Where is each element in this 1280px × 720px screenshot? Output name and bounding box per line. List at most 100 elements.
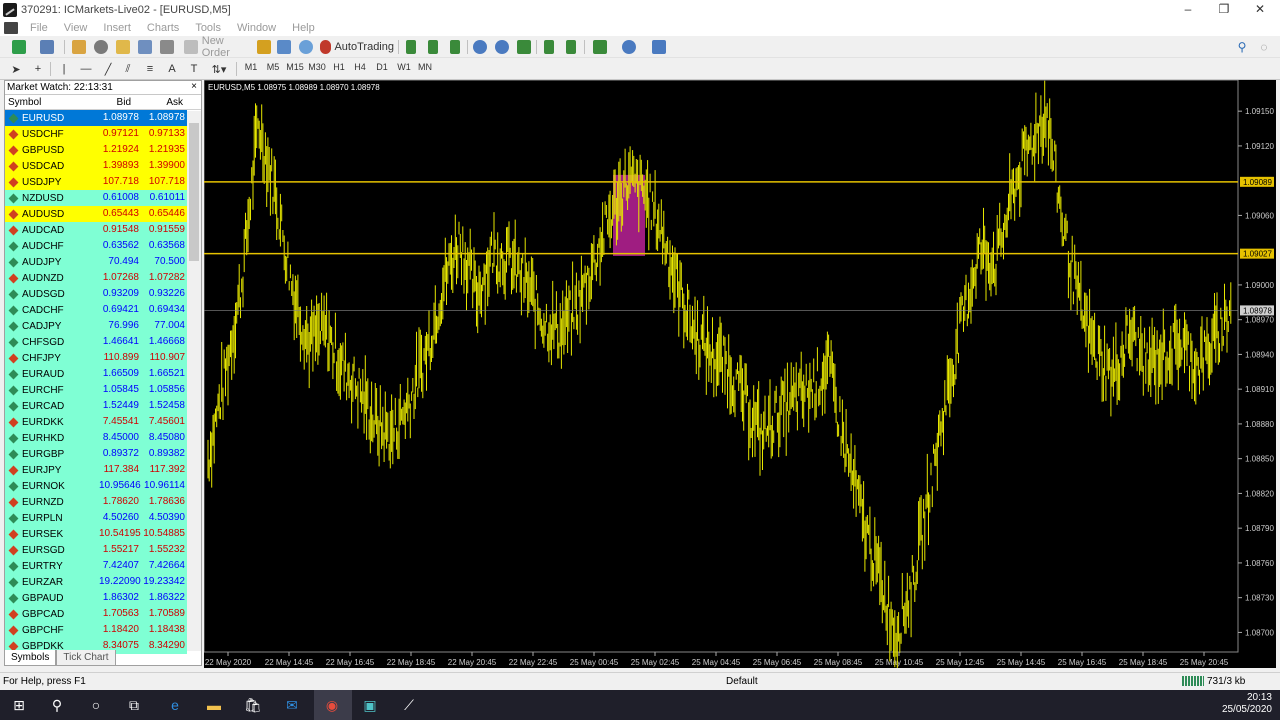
- table-row[interactable]: AUDNZD 1.07268 1.07282: [5, 270, 187, 286]
- minimize-button[interactable]: –: [1170, 0, 1206, 19]
- table-row[interactable]: AUDUSD 0.65443 0.65446: [5, 206, 187, 222]
- table-row[interactable]: CADJPY 76.996 77.004: [5, 318, 187, 334]
- periods-button[interactable]: [618, 39, 640, 55]
- signals-button[interactable]: [276, 39, 292, 55]
- tf-mn[interactable]: MN: [416, 62, 434, 76]
- table-row[interactable]: EURSGD 1.55217 1.55232: [5, 542, 187, 558]
- store-button[interactable]: 🛍: [242, 694, 264, 716]
- status-profile[interactable]: Default: [726, 676, 758, 687]
- market-watch-scrollbar[interactable]: [187, 111, 201, 651]
- crosshair-button[interactable]: +: [30, 61, 46, 77]
- table-row[interactable]: EURTRY 7.42407 7.42664: [5, 558, 187, 574]
- child-window-icon[interactable]: [4, 21, 18, 34]
- fibonacci-button[interactable]: ≡: [142, 61, 158, 77]
- table-row[interactable]: GBPCAD 1.70563 1.70589: [5, 606, 187, 622]
- market-watch-close-button[interactable]: ×: [191, 81, 197, 92]
- table-row[interactable]: EURSEK 10.54195 10.54885: [5, 526, 187, 542]
- indicators-button[interactable]: [589, 39, 611, 55]
- file-explorer-button[interactable]: ▬: [203, 694, 225, 716]
- table-row[interactable]: EURUSD 1.08978 1.08978: [5, 110, 187, 126]
- tf-m30[interactable]: M30: [307, 62, 327, 76]
- col-bid[interactable]: Bid: [95, 97, 131, 108]
- table-row[interactable]: CADCHF 0.69421 0.69434: [5, 302, 187, 318]
- table-row[interactable]: EURCAD 1.52449 1.52458: [5, 398, 187, 414]
- market-button[interactable]: [298, 39, 314, 55]
- cortana-button[interactable]: ○: [85, 694, 107, 716]
- auto-scroll-button[interactable]: [541, 39, 557, 55]
- table-row[interactable]: EURGBP 0.89372 0.89382: [5, 446, 187, 462]
- navigator-button[interactable]: [114, 39, 132, 55]
- table-row[interactable]: CHFSGD 1.46641 1.46668: [5, 334, 187, 350]
- new-order-button[interactable]: New Order: [184, 35, 254, 59]
- menu-help[interactable]: Help: [284, 22, 323, 34]
- tab-tick-chart[interactable]: Tick Chart: [56, 650, 116, 666]
- table-row[interactable]: USDJPY 107.718 107.718: [5, 174, 187, 190]
- price-chart[interactable]: 1.091501.091201.090601.090001.089701.089…: [204, 80, 1276, 668]
- table-row[interactable]: AUDSGD 0.93209 0.93226: [5, 286, 187, 302]
- table-row[interactable]: USDCHF 0.97121 0.97133: [5, 126, 187, 142]
- restore-button[interactable]: ❐: [1206, 0, 1242, 19]
- data-window-button[interactable]: [92, 39, 110, 55]
- table-row[interactable]: EURJPY 117.384 117.392: [5, 462, 187, 478]
- table-row[interactable]: EURNZD 1.78620 1.78636: [5, 494, 187, 510]
- templates-button[interactable]: [648, 39, 670, 55]
- table-row[interactable]: EURHKD 8.45000 8.45080: [5, 430, 187, 446]
- table-row[interactable]: EURCHF 1.05845 1.05856: [5, 382, 187, 398]
- search-button[interactable]: ⚲: [1234, 39, 1250, 55]
- col-symbol[interactable]: Symbol: [5, 97, 95, 108]
- menu-view[interactable]: View: [56, 22, 96, 34]
- table-row[interactable]: USDCAD 1.39893 1.39900: [5, 158, 187, 174]
- table-row[interactable]: EURDKK 7.45541 7.45601: [5, 414, 187, 430]
- table-row[interactable]: AUDJPY 70.494 70.500: [5, 254, 187, 270]
- menu-insert[interactable]: Insert: [95, 22, 139, 34]
- strategy-tester-button[interactable]: [158, 39, 176, 55]
- vertical-line-button[interactable]: |: [56, 61, 72, 77]
- market-watch-button[interactable]: [70, 39, 88, 55]
- profiles-button[interactable]: [36, 39, 58, 55]
- tf-d1[interactable]: D1: [373, 62, 391, 76]
- chart-window[interactable]: 1.09150 1.09120 1.09060 1.09000 1.08970 1.089…: [204, 80, 1276, 668]
- text-label-button[interactable]: T: [186, 61, 202, 77]
- tab-symbols[interactable]: Symbols: [4, 650, 57, 666]
- tf-m5[interactable]: M5: [264, 62, 282, 76]
- table-row[interactable]: NZDUSD 0.61008 0.61011: [5, 190, 187, 206]
- menu-charts[interactable]: Charts: [139, 22, 187, 34]
- table-row[interactable]: AUDCAD 0.91548 0.91559: [5, 222, 187, 238]
- table-row[interactable]: EURPLN 4.50260 4.50390: [5, 510, 187, 526]
- table-row[interactable]: EURAUD 1.66509 1.66521: [5, 366, 187, 382]
- table-row[interactable]: GBPUSD 1.21924 1.21935: [5, 142, 187, 158]
- chat-button[interactable]: ◌: [1256, 39, 1272, 55]
- tf-h4[interactable]: H4: [351, 62, 369, 76]
- menu-tools[interactable]: Tools: [187, 22, 229, 34]
- tf-m1[interactable]: M1: [242, 62, 260, 76]
- tf-w1[interactable]: W1: [395, 62, 413, 76]
- metaeditor-button[interactable]: [256, 39, 272, 55]
- mail-button[interactable]: ✉: [281, 694, 303, 716]
- channel-button[interactable]: ⫽: [120, 61, 136, 77]
- zoom-in-button[interactable]: [472, 39, 488, 55]
- start-button[interactable]: ⊞: [8, 694, 30, 716]
- chart-shift-button[interactable]: [563, 39, 579, 55]
- metatrader-taskbar-button[interactable]: ⟋: [398, 694, 420, 716]
- arrows-button[interactable]: ⇅▾: [208, 61, 230, 77]
- search-taskbar-button[interactable]: ⚲: [46, 694, 68, 716]
- menu-window[interactable]: Window: [229, 22, 284, 34]
- horizontal-line-button[interactable]: —: [78, 61, 94, 77]
- chrome-button[interactable]: ◉: [321, 694, 343, 716]
- menu-file[interactable]: File: [22, 22, 56, 34]
- tile-windows-button[interactable]: [516, 39, 532, 55]
- table-row[interactable]: GBPCHF 1.18420 1.18438: [5, 622, 187, 638]
- close-button[interactable]: ✕: [1242, 0, 1278, 19]
- cursor-button[interactable]: ➤: [8, 61, 24, 77]
- table-row[interactable]: EURZAR 19.22090 19.23342: [5, 574, 187, 590]
- candlestick-button[interactable]: [425, 39, 441, 55]
- text-button[interactable]: A: [164, 61, 180, 77]
- scrollbar-thumb[interactable]: [189, 123, 199, 261]
- trendline-button[interactable]: ╱: [100, 61, 116, 77]
- line-chart-button[interactable]: [447, 39, 463, 55]
- table-row[interactable]: AUDCHF 0.63562 0.63568: [5, 238, 187, 254]
- col-ask[interactable]: Ask: [131, 97, 183, 108]
- tf-h1[interactable]: H1: [330, 62, 348, 76]
- table-row[interactable]: EURNOK 10.95646 10.96114: [5, 478, 187, 494]
- zoom-out-button[interactable]: [494, 39, 510, 55]
